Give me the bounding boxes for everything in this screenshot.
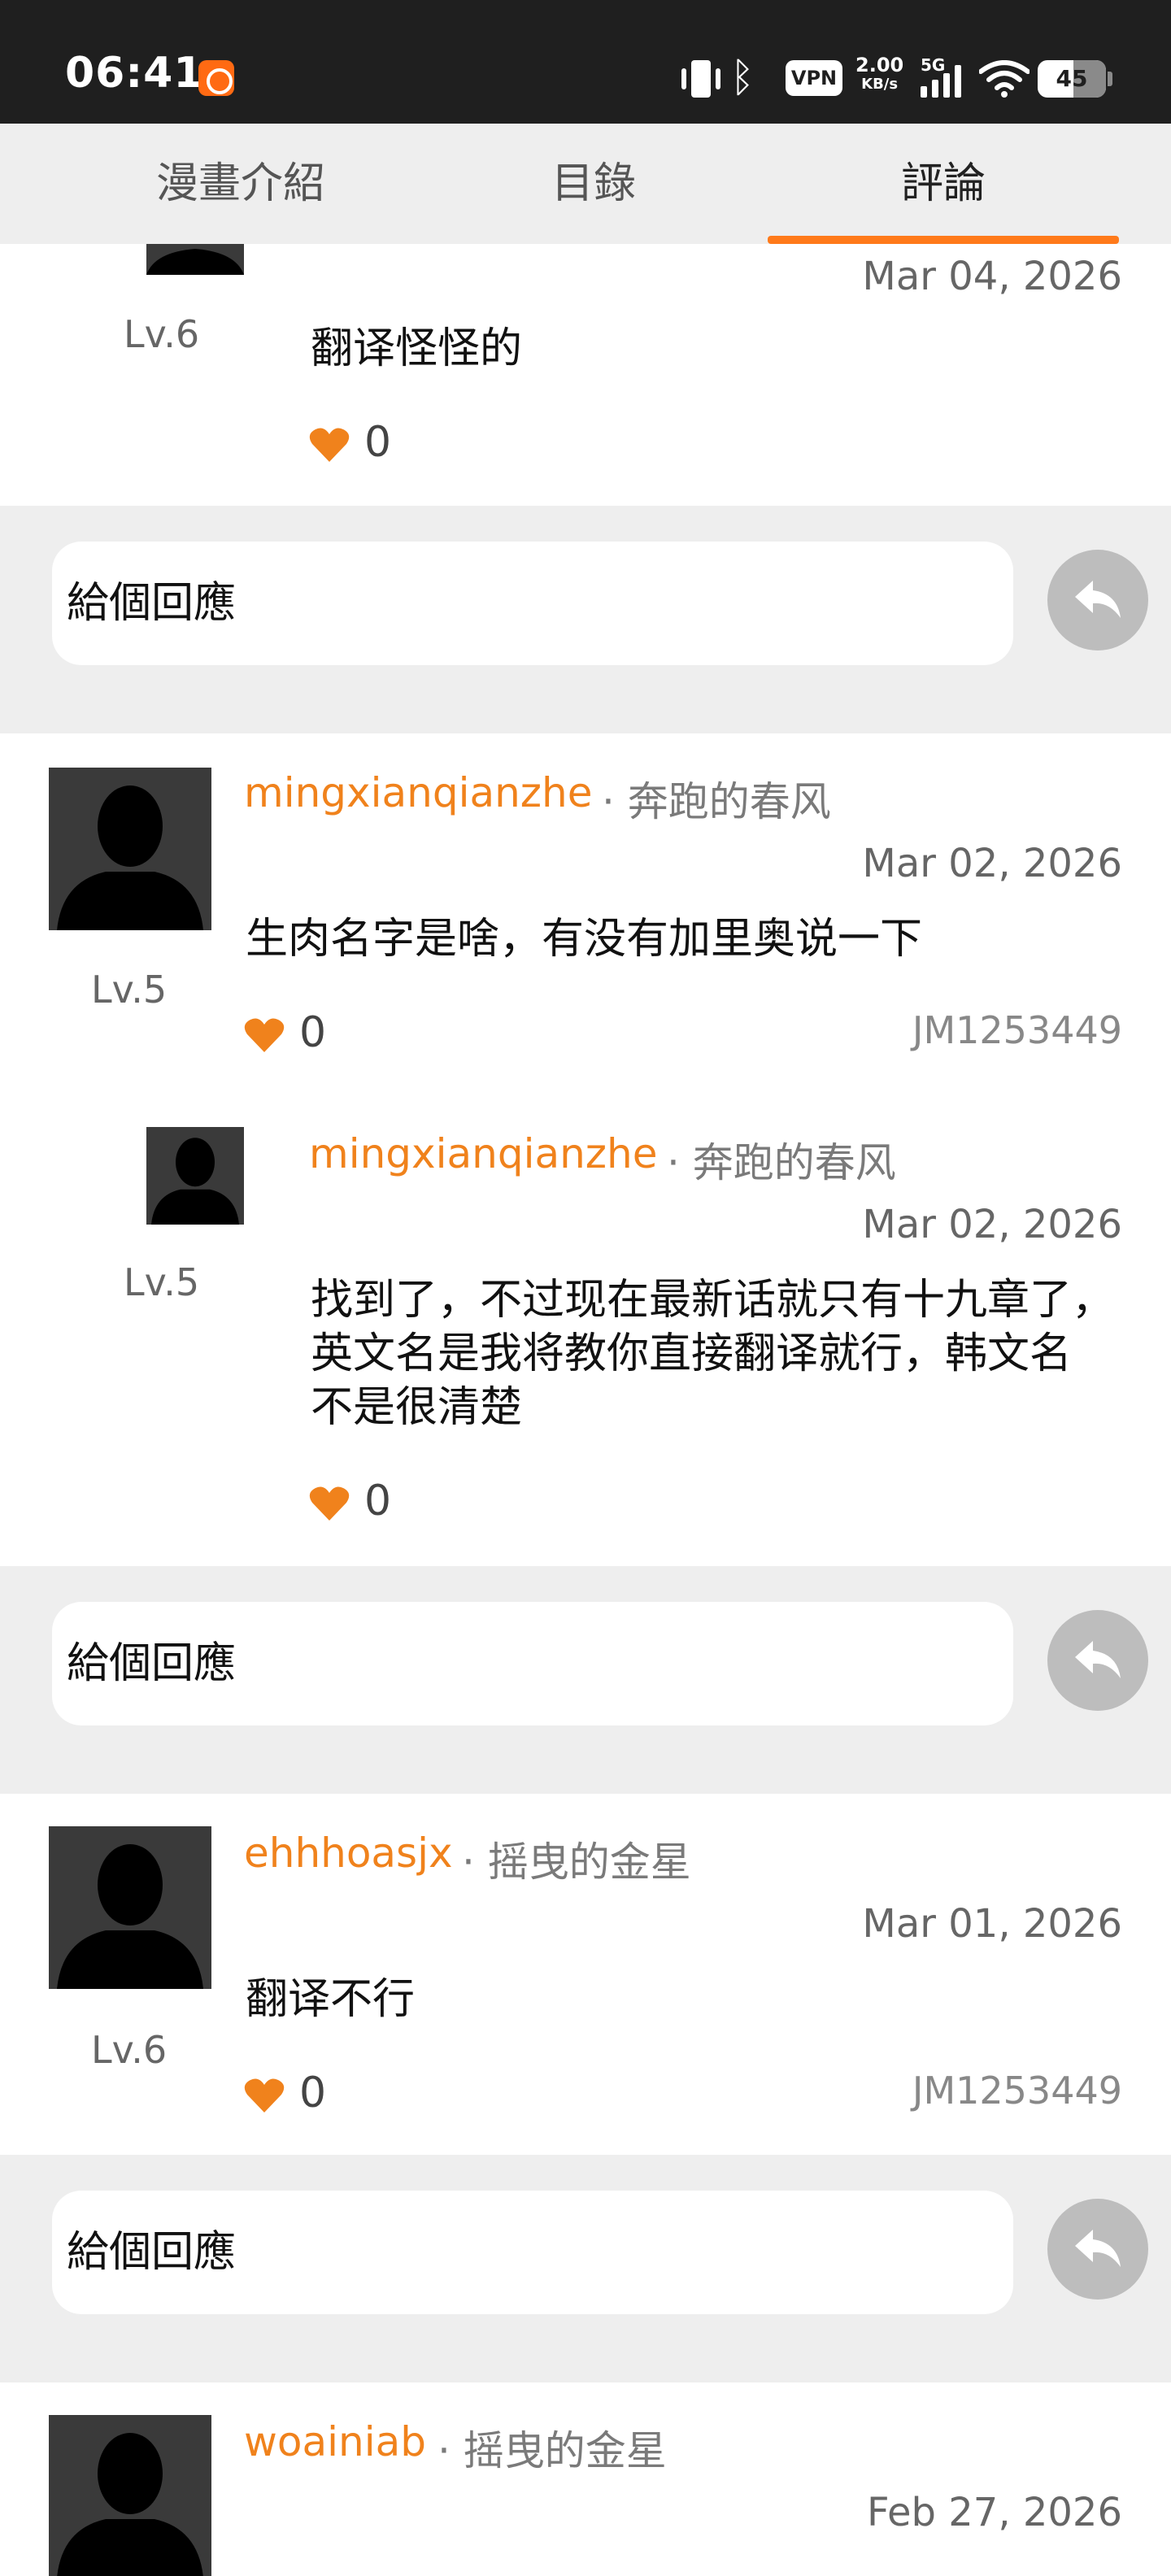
reply-arrow-icon bbox=[1075, 581, 1121, 618]
user-title: · 摇曳的金星 bbox=[437, 2427, 667, 2474]
reply-input[interactable]: 給個回應 bbox=[52, 2191, 1013, 2314]
like-count: 0 bbox=[299, 2069, 327, 2117]
username[interactable]: woainiab bbox=[244, 2418, 426, 2465]
user-silhouette-icon bbox=[57, 2433, 203, 2576]
heart-icon[interactable] bbox=[244, 1016, 285, 1054]
tab-comments[interactable]: 評論 bbox=[821, 124, 1065, 244]
cellular-signal-icon: 5G bbox=[921, 55, 969, 98]
reply-input[interactable]: 給個回應 bbox=[52, 542, 1013, 665]
comment-text: 翻译不行 bbox=[246, 1975, 416, 2024]
heart-icon[interactable] bbox=[309, 426, 350, 463]
network-speed: 2.00 KB/s bbox=[855, 54, 904, 93]
user-silhouette-icon bbox=[146, 249, 244, 275]
reply-button[interactable] bbox=[1047, 550, 1148, 651]
user-level: Lv.6 bbox=[124, 312, 200, 356]
reply-arrow-icon bbox=[1075, 1641, 1121, 1678]
comment-item: woainiab · 摇曳的金星 Feb 27, 2026 bbox=[0, 2382, 1171, 2576]
avatar[interactable] bbox=[49, 768, 211, 930]
vibrate-icon bbox=[677, 60, 725, 98]
comment-text: 找到了，不过现在最新话就只有十九章了， 英文名是我将教你直接翻译就行，韩文名 不… bbox=[311, 1276, 1115, 1432]
comment-item: Lv.5 mingxianqianzhe · 奔跑的春风 Mar 02, 202… bbox=[0, 733, 1171, 1566]
comment-date: Mar 01, 2026 bbox=[862, 1901, 1122, 1947]
comic-id[interactable]: JM1253449 bbox=[912, 1008, 1122, 1052]
clock: 06:41 bbox=[65, 49, 204, 98]
comment-date: Mar 02, 2026 bbox=[862, 1202, 1122, 1247]
user-silhouette-icon bbox=[57, 785, 203, 930]
user-level: Lv.5 bbox=[124, 1260, 200, 1304]
comment-text: 生肉名字是啥，有没有加里奥说一下 bbox=[246, 915, 923, 964]
reply-arrow-icon bbox=[1075, 2230, 1121, 2267]
user-silhouette-icon bbox=[151, 1138, 239, 1225]
reply-section: 給個回應 bbox=[0, 2155, 1171, 2382]
tab-chapters[interactable]: 目錄 bbox=[472, 124, 716, 244]
comment-date: Mar 02, 2026 bbox=[862, 841, 1122, 886]
user-title: · 奔跑的春风 bbox=[667, 1139, 896, 1186]
username[interactable]: mingxianqianzhe bbox=[309, 1130, 658, 1177]
comment-date: Mar 04, 2026 bbox=[862, 254, 1122, 299]
app-notification-icon bbox=[198, 60, 234, 96]
comment-text: 翻译怪怪的 bbox=[311, 324, 523, 373]
comment-item: Lv.6 ehhhoasjx · 摇曳的金星 Mar 01, 2026 翻译不行… bbox=[0, 1794, 1171, 2155]
user-title: · 奔跑的春风 bbox=[602, 778, 831, 825]
wifi-icon bbox=[979, 60, 1030, 98]
status-bar: 06:41 ᛒ VPN 2.00 KB/s 5G 45 bbox=[0, 0, 1171, 124]
like-count: 0 bbox=[299, 1008, 327, 1057]
username[interactable]: mingxianqianzhe bbox=[244, 769, 593, 816]
comic-id[interactable]: JM1253449 bbox=[912, 2069, 1122, 2113]
reply-button[interactable] bbox=[1047, 2199, 1148, 2300]
avatar[interactable] bbox=[146, 1127, 244, 1225]
avatar[interactable] bbox=[49, 2415, 211, 2576]
user-silhouette-icon bbox=[57, 1844, 203, 1989]
tab-bar: 漫畫介紹 目錄 評論 bbox=[0, 124, 1171, 244]
avatar[interactable] bbox=[49, 1826, 211, 1989]
comment-item: Lv.6 Mar 04, 2026 翻译怪怪的 0 bbox=[0, 244, 1171, 506]
username[interactable]: ehhhoasjx bbox=[244, 1830, 453, 1877]
avatar[interactable] bbox=[146, 244, 244, 275]
active-tab-indicator bbox=[768, 236, 1119, 244]
reply-section: 給個回應 bbox=[0, 1566, 1171, 1794]
heart-icon[interactable] bbox=[244, 2077, 285, 2114]
reply-section: 給個回應 bbox=[0, 506, 1171, 733]
user-level: Lv.6 bbox=[91, 2028, 168, 2072]
comment-date: Feb 27, 2026 bbox=[867, 2490, 1122, 2535]
battery-icon: 45 bbox=[1038, 60, 1112, 98]
user-title: · 摇曳的金星 bbox=[462, 1838, 691, 1886]
reply-input[interactable]: 給個回應 bbox=[52, 1602, 1013, 1725]
user-level: Lv.5 bbox=[91, 968, 168, 1012]
like-count: 0 bbox=[364, 1477, 392, 1525]
like-count: 0 bbox=[364, 418, 392, 467]
tab-comic-intro[interactable]: 漫畫介紹 bbox=[119, 124, 363, 244]
reply-button[interactable] bbox=[1047, 1610, 1148, 1711]
heart-icon[interactable] bbox=[309, 1485, 350, 1522]
vpn-icon: VPN bbox=[786, 60, 842, 96]
bluetooth-icon: ᛒ bbox=[730, 54, 755, 101]
